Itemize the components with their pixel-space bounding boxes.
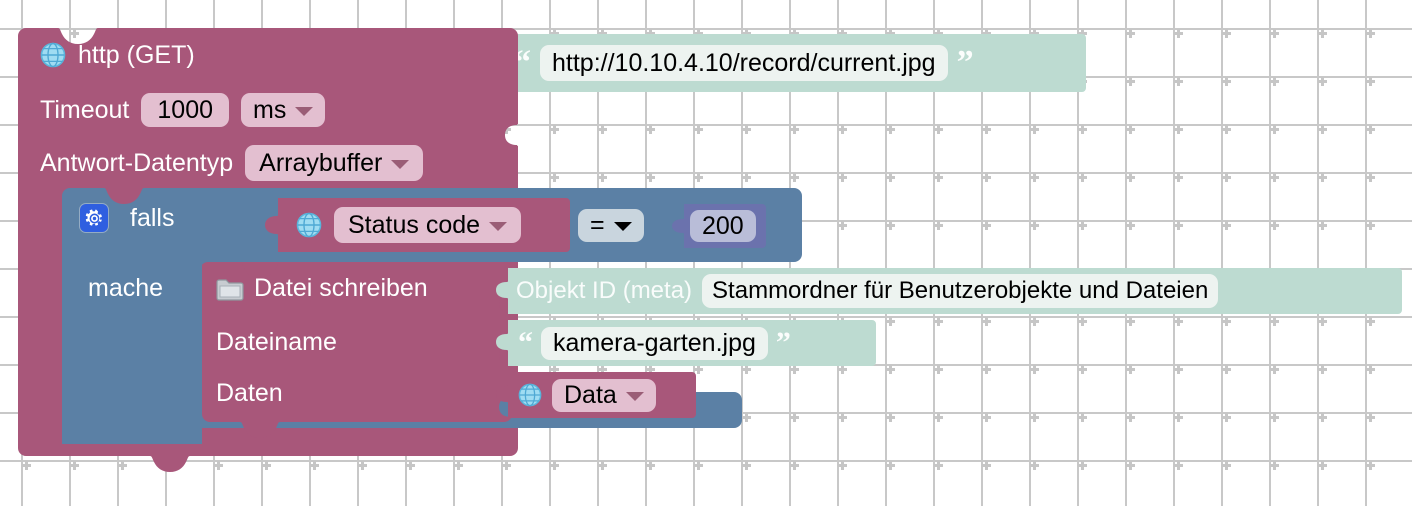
status-code-content: Status code — [296, 204, 522, 246]
status-code-value: Status code — [348, 210, 481, 239]
operator-dropdown-wrap: = — [578, 209, 644, 242]
globe-icon — [518, 383, 542, 407]
number-200-content: 200 — [690, 210, 756, 242]
status-code-dropdown[interactable]: Status code — [334, 207, 522, 243]
operator-label: = — [590, 211, 605, 239]
data-value-content: Data — [518, 377, 656, 413]
response-type-label: Antwort-Datentyp — [40, 148, 234, 177]
operator-dropdown[interactable]: = — [578, 209, 644, 242]
timeout-row: Timeout 1000 ms — [40, 93, 326, 127]
filename-row-label: Dateiname — [216, 330, 337, 355]
timeout-label: Timeout — [40, 95, 130, 124]
http-title-label: http (GET) — [78, 40, 195, 69]
filename-label: Dateiname — [216, 328, 337, 356]
data-dropdown[interactable]: Data — [552, 378, 656, 412]
data-label: Daten — [216, 379, 283, 407]
timeout-input[interactable]: 1000 — [141, 93, 230, 127]
filename-input[interactable]: kamera-garten.jpg — [541, 326, 768, 360]
chevron-down-icon — [391, 159, 410, 169]
timeout-unit-dropdown[interactable]: ms — [241, 93, 326, 127]
response-type-dropdown[interactable]: Arraybuffer — [245, 145, 424, 181]
object-id-label: Objekt ID (meta) — [516, 277, 693, 304]
number-input[interactable]: 200 — [690, 210, 756, 242]
timeout-unit-label: ms — [253, 95, 287, 124]
if-header-row: falls — [80, 204, 174, 232]
response-datatype-row: Antwort-Datentyp Arraybuffer — [40, 145, 424, 181]
data-value: Data — [564, 380, 617, 409]
globe-icon — [40, 42, 66, 68]
chevron-down-icon — [625, 391, 644, 401]
file-write-title-label: Datei schreiben — [254, 274, 428, 302]
do-row: mache — [88, 276, 163, 301]
url-string-content: “ http://10.10.4.10/record/current.jpg ” — [514, 42, 1074, 84]
folder-icon — [216, 277, 244, 301]
chevron-down-icon — [295, 106, 314, 116]
chevron-down-icon — [489, 221, 508, 231]
http-title-row: http (GET) — [40, 42, 195, 68]
object-id-input[interactable]: Stammordner für Benutzerobjekte und Date… — [702, 274, 1219, 308]
response-type-value: Arraybuffer — [259, 148, 383, 177]
if-label: falls — [130, 203, 175, 232]
file-write-title-row: Datei schreiben — [216, 276, 428, 301]
filename-string-content: “ kamera-garten.jpg ” — [518, 325, 791, 361]
object-id-content: Objekt ID (meta) Stammordner für Benutze… — [516, 273, 1219, 309]
blockly-workspace[interactable]: “ http://10.10.4.10/record/current.jpg ”… — [0, 0, 1412, 506]
data-row-label: Daten — [216, 381, 283, 406]
chevron-down-icon — [613, 222, 632, 231]
url-input[interactable]: http://10.10.4.10/record/current.jpg — [540, 45, 948, 81]
do-label: mache — [88, 274, 164, 302]
globe-icon — [296, 212, 322, 238]
open-quote-icon: “ — [518, 326, 533, 359]
close-quote-icon: ” — [956, 44, 974, 81]
gear-icon[interactable] — [80, 204, 108, 232]
close-quote-icon: ” — [775, 326, 791, 359]
